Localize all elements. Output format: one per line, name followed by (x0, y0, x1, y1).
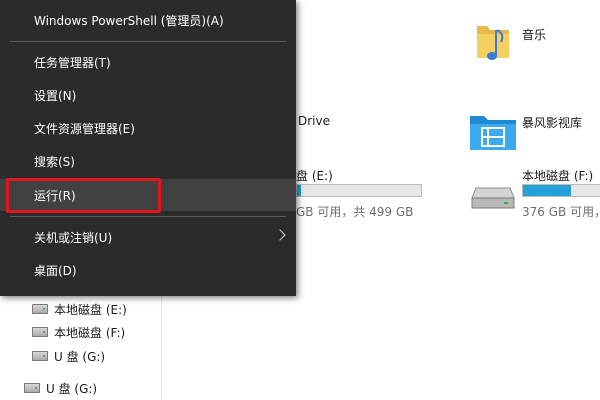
capacity-bar-fill (297, 185, 301, 196)
winx-context-menu: Windows PowerShell (管理员)(A) 任务管理器(T) 设置(… (0, 0, 296, 296)
menu-item-label: 文件资源管理器(E) (34, 121, 135, 136)
music-folder-icon (477, 26, 509, 60)
menu-item-settings[interactable]: 设置(N) (0, 79, 296, 111)
chevron-right-icon (274, 229, 286, 241)
tree-item-usb-g[interactable]: U 盘 (G:) (32, 345, 105, 367)
menu-item-powershell-admin[interactable]: Windows PowerShell (管理员)(A) (0, 4, 296, 36)
annotation-highlight-box (6, 178, 161, 213)
capacity-bar-fill (523, 185, 571, 196)
drive-icon (24, 383, 40, 393)
tree-item-usb-g-root[interactable]: U 盘 (G:) (24, 377, 97, 399)
tile-video-label: 暴风影视库 (522, 116, 583, 130)
nav-pane-divider (161, 290, 162, 400)
drive-icon (32, 351, 48, 361)
tree-item-label: 本地磁盘 (F:) (54, 325, 126, 340)
menu-item-label: 任务管理器(T) (34, 55, 111, 70)
capacity-bar-drive-f (522, 184, 600, 197)
tile-drive-e-label: 盘 (E:) (296, 169, 333, 183)
tree-item-drive-e[interactable]: 本地磁盘 (E:) (32, 298, 127, 320)
tile-drive-f-usage: 376 GB 可用，共 (522, 205, 600, 219)
menu-item-label: Windows PowerShell (管理员)(A) (34, 13, 224, 28)
hard-drive-icon (471, 187, 515, 209)
menu-item-desktop[interactable]: 桌面(D) (0, 254, 296, 286)
tile-drive-e-usage: GB 可用，共 499 GB (296, 205, 414, 219)
menu-separator (10, 41, 286, 42)
drive-icon (32, 327, 48, 337)
menu-item-shutdown-signout[interactable]: 关机或注销(U) (0, 221, 296, 253)
tree-item-drive-f[interactable]: 本地磁盘 (F:) (32, 321, 125, 343)
menu-item-file-explorer[interactable]: 文件资源管理器(E) (0, 112, 296, 144)
tile-onedrive-label[interactable]: Drive (298, 114, 330, 128)
menu-item-label: 搜索(S) (34, 154, 75, 169)
tree-item-label: U 盘 (G:) (46, 381, 98, 396)
menu-item-label: 桌面(D) (34, 263, 77, 278)
tree-item-label: 本地磁盘 (E:) (54, 302, 127, 317)
menu-item-search[interactable]: 搜索(S) (0, 145, 296, 177)
video-folder-icon (470, 116, 516, 150)
tree-item-label: U 盘 (G:) (54, 349, 106, 364)
menu-item-task-manager[interactable]: 任务管理器(T) (0, 46, 296, 78)
tile-music-label: 音乐 (522, 28, 547, 42)
menu-separator (10, 216, 286, 217)
drive-icon (32, 304, 48, 314)
menu-item-label: 设置(N) (34, 88, 77, 103)
menu-item-label: 关机或注销(U) (34, 230, 113, 245)
capacity-bar-drive-e (296, 184, 422, 197)
tile-drive-f-label: 本地磁盘 (F:) (522, 169, 594, 183)
